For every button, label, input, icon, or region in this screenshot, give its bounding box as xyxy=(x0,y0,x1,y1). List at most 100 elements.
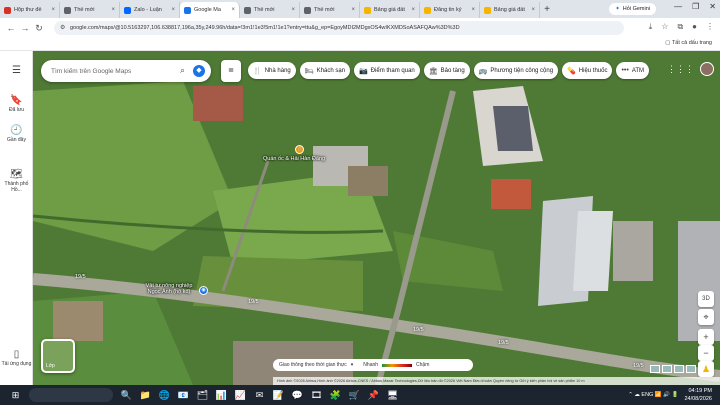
address-bar[interactable]: ⚙ google.com/maps/@10.5163297,106.638817… xyxy=(54,21,624,35)
apps-grid-icon[interactable]: ⋮⋮⋮ xyxy=(667,64,694,75)
directions-icon[interactable]: ◆ xyxy=(193,65,205,77)
taskbar-app-icon[interactable]: 🎞 xyxy=(307,387,326,403)
taskbar-app-icon[interactable]: 🔍 xyxy=(117,387,136,403)
my-location-button[interactable]: ⌖ xyxy=(698,309,714,325)
tab-label: Google Ma xyxy=(194,7,221,13)
pegman-icon[interactable]: ♟ xyxy=(698,361,714,377)
menu-icon[interactable]: ⋮ xyxy=(706,22,714,32)
place-label-shop[interactable]: Vật tư nông nghiệp Ngọc Ánh (hộ kd) xyxy=(139,283,199,295)
taskbar-app-icon[interactable]: 💬 xyxy=(288,387,307,403)
start-button[interactable]: ⊞ xyxy=(6,387,25,403)
fast-label: Nhanh xyxy=(363,362,379,368)
layers-button[interactable]: Lớp xyxy=(41,339,75,373)
star-icon[interactable]: ☆ xyxy=(661,22,668,32)
browser-tab[interactable]: Bảng giá đất × xyxy=(480,2,540,18)
taskbar-app-icon[interactable]: 🧩 xyxy=(326,387,345,403)
browser-tab[interactable]: Bảng giá đất × xyxy=(360,2,420,18)
zoom-out-button[interactable]: − xyxy=(698,345,714,361)
profile-icon[interactable]: ● xyxy=(692,22,697,32)
taskbar-app-icon[interactable]: 📧 xyxy=(174,387,193,403)
saved-button[interactable]: 🔖 Đã lưu xyxy=(0,95,33,113)
category-chip[interactable]: 📷 Điểm tham quan xyxy=(354,62,420,79)
minimize-button[interactable]: — xyxy=(674,2,682,11)
close-tab-icon[interactable]: × xyxy=(51,7,55,13)
taskbar-app-icon[interactable]: 📈 xyxy=(231,387,250,403)
recent-place-button[interactable]: 🗺 Thành phố Hồ... xyxy=(0,169,33,193)
browser-tab[interactable]: Thế mới × xyxy=(300,2,360,18)
close-tab-icon[interactable]: × xyxy=(231,7,235,13)
category-chip[interactable]: ••• ATM xyxy=(616,62,650,79)
gemini-icon: ✦ xyxy=(615,6,620,12)
close-tab-icon[interactable]: × xyxy=(471,7,475,13)
back-button[interactable]: ← xyxy=(4,23,18,33)
recent-button[interactable]: 🕘 Gần đây xyxy=(0,125,33,143)
tray-icons[interactable]: ⌃ ☁ ENG 📶 🔊 🔋 xyxy=(628,392,678,398)
taskbar-app-icon[interactable]: 📁 xyxy=(136,387,155,403)
close-tab-icon[interactable]: × xyxy=(291,7,295,13)
reload-button[interactable]: ↻ xyxy=(32,23,46,34)
search-box[interactable]: Tìm kiếm trên Google Maps ⌕ ◆ xyxy=(41,60,211,82)
shop-pin-icon[interactable]: ◉ xyxy=(199,286,208,295)
traffic-gradient xyxy=(382,363,413,367)
menu-button[interactable]: ☰ xyxy=(0,65,33,77)
install-icon[interactable]: ⤓ xyxy=(649,22,653,32)
tab-label: Thế mới xyxy=(74,7,95,13)
close-tab-icon[interactable]: × xyxy=(411,7,415,13)
avatar[interactable] xyxy=(700,62,714,76)
search-input[interactable]: Tìm kiếm trên Google Maps xyxy=(51,68,131,75)
category-chip[interactable]: 🛏 Khách sạn xyxy=(299,62,350,79)
browser-tab[interactable]: Hộp thư đế × xyxy=(0,2,60,18)
forward-button[interactable]: → xyxy=(18,23,32,33)
chip-label: Hiệu thuốc xyxy=(578,67,608,74)
favicon-icon xyxy=(244,6,251,14)
close-window-button[interactable]: ✕ xyxy=(709,2,716,11)
browser-tab[interactable]: Đăng tin ký × xyxy=(420,2,480,18)
zoom-in-button[interactable]: + xyxy=(698,329,714,345)
place-label-restaurant[interactable]: Quán ốc & Hải Hàn Đăng xyxy=(263,156,325,162)
taskbar-app-icon[interactable]: 📊 xyxy=(212,387,231,403)
map-canvas[interactable]: Tìm kiếm trên Google Maps ⌕ ◆ ≣ 🍴 Nhà hàn… xyxy=(33,51,720,385)
taskbar-search[interactable] xyxy=(29,388,113,402)
category-chip[interactable]: 🚌 Phương tiện công cộng xyxy=(473,62,559,79)
category-chip[interactable]: 🏛 Bảo tàng xyxy=(423,62,470,79)
extensions-icon[interactable]: ⧉ xyxy=(677,22,683,32)
gemini-button[interactable]: ✦ Hỏi Gemini xyxy=(609,3,656,15)
close-tab-icon[interactable]: × xyxy=(171,7,175,13)
taskbar-app-icon[interactable]: 📌 xyxy=(364,387,383,403)
taskbar-app-icon[interactable]: 🛒 xyxy=(345,387,364,403)
maximize-button[interactable]: ❐ xyxy=(692,2,699,11)
taskbar-app-icon[interactable]: ✉ xyxy=(250,387,269,403)
category-chips: 🍴 Nhà hàng 🛏 Khách sạn 📷 Điểm tham quan 🏛 Bảo t… xyxy=(248,62,650,79)
chevron-down-icon[interactable]: ▾ xyxy=(351,362,354,368)
favicon-icon xyxy=(364,6,371,14)
all-bookmarks-button[interactable]: ▢ Tất cả dấu trang xyxy=(665,40,712,46)
traffic-legend: Giao thông theo thời gian thực ▾ Nhanh C… xyxy=(273,359,473,371)
attribution-bar: Hình ảnh ©2026 Airbus,Hình ảnh ©2026 Air… xyxy=(273,377,720,385)
browser-tab[interactable]: Zalo - Luận × xyxy=(120,2,180,18)
category-chip[interactable]: 🍴 Nhà hàng xyxy=(248,62,296,79)
taskbar-app-icon[interactable]: 🗂 xyxy=(193,387,212,403)
taskbar-app-icon[interactable]: 🌐 xyxy=(155,387,174,403)
hotel-list-button[interactable]: ≣ xyxy=(221,60,241,82)
site-info-icon[interactable]: ⚙ xyxy=(60,24,65,31)
chip-label: Khách sạn xyxy=(316,67,345,74)
browser-tab[interactable]: Google Ma × xyxy=(180,2,240,18)
tilt-3d-button[interactable]: 3D xyxy=(698,291,714,307)
get-app-button[interactable]: ▯ Tải ứng dụng xyxy=(0,349,33,367)
taskbar-app-icon[interactable]: 🖥 xyxy=(383,387,402,403)
close-tab-icon[interactable]: × xyxy=(111,7,115,13)
close-tab-icon[interactable]: × xyxy=(531,7,535,13)
traffic-label[interactable]: Giao thông theo thời gian thực xyxy=(279,362,347,368)
browser-tab[interactable]: Thế mới × xyxy=(60,2,120,18)
imagery-thumbnails[interactable] xyxy=(650,365,696,373)
taskbar-app-icon[interactable]: 📝 xyxy=(269,387,288,403)
new-tab-button[interactable]: + xyxy=(540,4,554,15)
category-chip[interactable]: 💊 Hiệu thuốc xyxy=(562,62,613,79)
restaurant-pin-icon[interactable]: 🍴 xyxy=(295,145,304,154)
close-tab-icon[interactable]: × xyxy=(351,7,355,13)
chip-label: Phương tiện công cộng xyxy=(490,67,554,74)
search-icon[interactable]: ⌕ xyxy=(180,65,185,76)
slow-label: Chậm xyxy=(416,362,430,368)
clock[interactable]: 04:19 PM 24/08/2026 xyxy=(684,387,712,403)
browser-tab[interactable]: Thế mới × xyxy=(240,2,300,18)
